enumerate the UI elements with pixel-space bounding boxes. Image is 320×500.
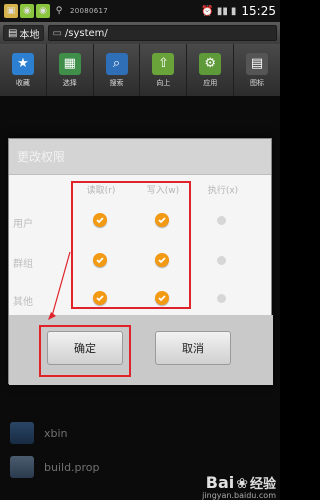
toolbar-apps-button[interactable]: ⚙ 应用 [187,44,235,96]
signal-icon: ▮▮ [216,5,228,17]
user-exec-checkbox[interactable] [217,216,226,225]
search-icon: ⌕ [105,52,128,75]
toolbar-label: 图标 [250,78,265,87]
view-icon: ▤ [246,52,269,75]
lock-icon: ▣ [4,4,18,18]
toolbar-label: 应用 [203,78,218,87]
toolbar-favorites-button[interactable]: ★ 收藏 [0,44,47,96]
row-label-other: 其他 [13,297,33,308]
star-icon: ★ [11,52,34,75]
status-bar: ▣ ◉ ◉ ⚲ 20080617 ⏰ ▮▮ ▮ 15:25 [0,0,280,22]
toolbar-label: 搜索 [109,78,124,87]
android-icon: ◉ [36,4,50,18]
other-exec-checkbox[interactable] [217,294,226,303]
toolbar-label: 选择 [62,78,77,87]
grid-select-icon: ▦ [58,52,81,75]
location-label: 本地 [19,29,40,41]
toolbar-label: 收藏 [15,78,30,87]
status-text: 20080617 [70,7,109,15]
alarm-icon: ⏰ [201,5,214,17]
baidu-watermark: Bai ❀ 经验 [206,473,276,492]
folder-up-icon: ⇧ [152,52,175,75]
watermark-url: jingyan.baidu.com [202,491,276,500]
row-label-group: 群组 [13,259,33,270]
toolbar: ★ 收藏 ▦ 选择 ⌕ 搜索 ⇧ 向上 ⚙ 应用 ▤ 图标 [0,44,280,96]
dialog-title: 更改权限 [9,139,271,175]
toolbar-select-button[interactable]: ▦ 选择 [47,44,94,96]
checkbox-highlight-box [71,181,191,309]
toolbar-search-button[interactable]: ⌕ 搜索 [94,44,141,96]
group-exec-checkbox[interactable] [217,256,226,265]
ok-highlight-box [39,325,131,377]
folder-icon: ▭ [52,27,62,39]
battery-icon: ▮ [230,5,237,17]
row-label-user: 用户 [13,219,33,230]
watermark-logo: Bai [205,473,235,492]
cancel-button[interactable]: 取消 [155,331,231,365]
watermark-logo2: 经验 [249,477,276,492]
location-dropdown[interactable]: ▤ 本地 [3,25,45,41]
annotation-arrow [48,251,71,320]
toolbar-view-button[interactable]: ▤ 图标 [234,44,280,96]
android-icon: ◉ [20,4,34,18]
toolbar-up-button[interactable]: ⇧ 向上 [140,44,188,96]
column-header-exec: 执行(x) [207,186,239,196]
path-field[interactable]: ▭ /system/ [48,25,277,41]
toolbar-label: 向上 [156,78,171,87]
path-text: /system/ [64,27,108,39]
paw-icon: ❀ [236,476,248,492]
app-icon: ⚙ [199,52,222,75]
path-bar: ▤ 本地 ▭ /system/ [0,22,280,44]
clock: 15:25 [241,4,276,18]
drive-icon: ▤ [8,27,18,39]
usb-icon: ⚲ [55,6,63,16]
